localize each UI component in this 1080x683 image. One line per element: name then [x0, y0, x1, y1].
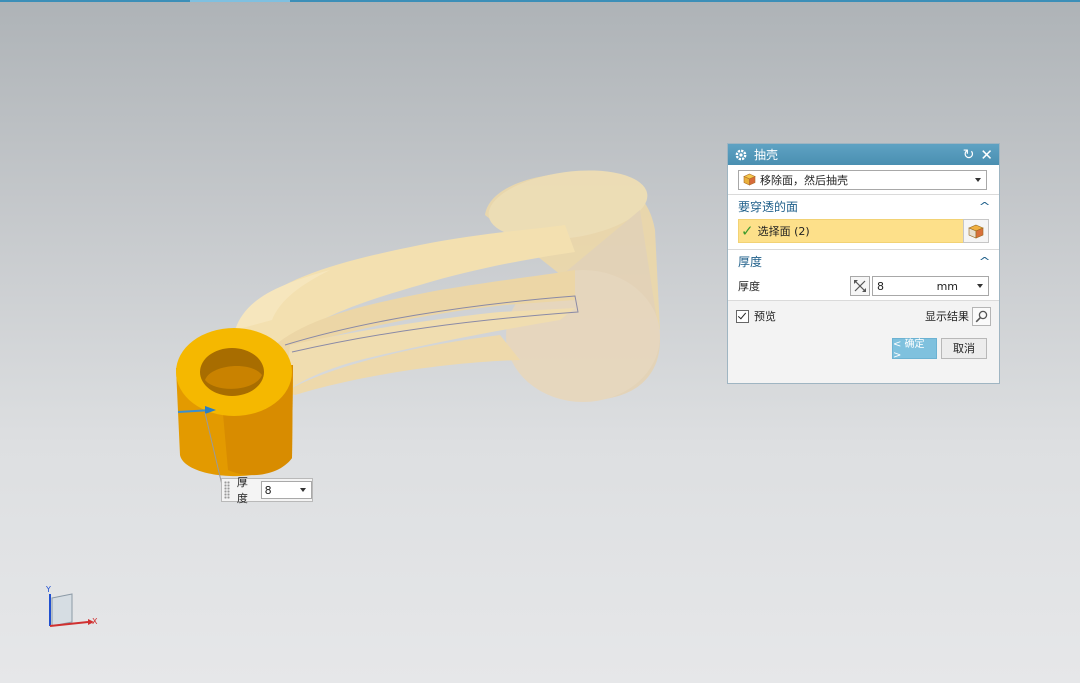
dialog-title: 抽壳 [754, 148, 779, 162]
select-face-label: 选择面 (2) [757, 225, 810, 238]
chevron-up-icon[interactable]: ^ [978, 255, 990, 268]
face-select-icon [968, 224, 984, 238]
dialog-buttons: < 确定 > 取消 [728, 331, 999, 365]
reset-icon[interactable]: ↻ [963, 148, 975, 162]
shell-type-value: 移除面，然后抽壳 [760, 173, 848, 187]
magnifier-icon [975, 310, 988, 322]
checkmark-icon: ✓ [741, 222, 754, 240]
chevron-down-icon[interactable] [977, 284, 983, 288]
shell-type-select[interactable]: 移除面，然后抽壳 [738, 169, 987, 190]
select-face-row[interactable]: ✓ 选择面 (2) [738, 219, 989, 243]
onscreen-thickness-input[interactable]: 厚度 8 [221, 476, 313, 505]
wcs-triad [49, 593, 94, 627]
show-result-label: 显示结果 [925, 310, 969, 323]
preview-checkbox[interactable] [736, 309, 749, 323]
thickness-input[interactable]: 8 mm [872, 276, 989, 296]
thickness-group-header[interactable]: 厚度 ^ [728, 250, 999, 272]
reverse-direction-button[interactable] [850, 276, 870, 296]
dialog-titlebar[interactable]: 抽壳 ↻ ✕ [728, 144, 999, 165]
onscreen-thickness-field[interactable]: 8 [260, 481, 312, 499]
chevron-down-icon[interactable] [300, 488, 306, 492]
close-icon[interactable]: ✕ [980, 147, 993, 162]
shell-dialog: 抽壳 ↻ ✕ 移除面，然后抽壳 要穿透的面 ^ ✓ 选择面 (2) 厚度 ^ 厚… [727, 143, 1000, 384]
thickness-unit: mm [936, 280, 958, 293]
reverse-direction-icon [854, 280, 866, 292]
type-panel: 移除面，然后抽壳 [728, 165, 999, 195]
cancel-button[interactable]: 取消 [941, 337, 987, 359]
triad-y-label: Y [46, 585, 51, 594]
faces-group: 要穿透的面 ^ ✓ 选择面 (2) [728, 195, 999, 250]
show-result-button[interactable] [972, 306, 991, 326]
preview-label: 预览 [754, 310, 776, 323]
thickness-group-title: 厚度 [738, 254, 763, 269]
onscreen-thickness-label: 厚度 [236, 476, 248, 505]
triad-x-label: X [92, 617, 98, 626]
part-small-cylinder[interactable] [176, 328, 293, 486]
ok-button[interactable]: < 确定 > [892, 337, 937, 361]
gear-icon [735, 149, 747, 160]
chevron-up-icon[interactable]: ^ [978, 200, 990, 213]
preview-row: 预览 显示结果 [728, 301, 999, 331]
thickness-group: 厚度 ^ 厚度 8 mm [728, 250, 999, 301]
drag-grip[interactable] [224, 481, 230, 499]
onscreen-thickness-value: 8 [264, 483, 272, 497]
thickness-value: 8 [877, 279, 884, 293]
thickness-label: 厚度 [738, 280, 760, 293]
cube-icon [743, 173, 756, 186]
faces-group-header[interactable]: 要穿透的面 ^ [728, 195, 999, 217]
select-face-button[interactable] [963, 219, 989, 243]
faces-group-title: 要穿透的面 [738, 199, 799, 214]
chevron-down-icon [975, 177, 981, 182]
